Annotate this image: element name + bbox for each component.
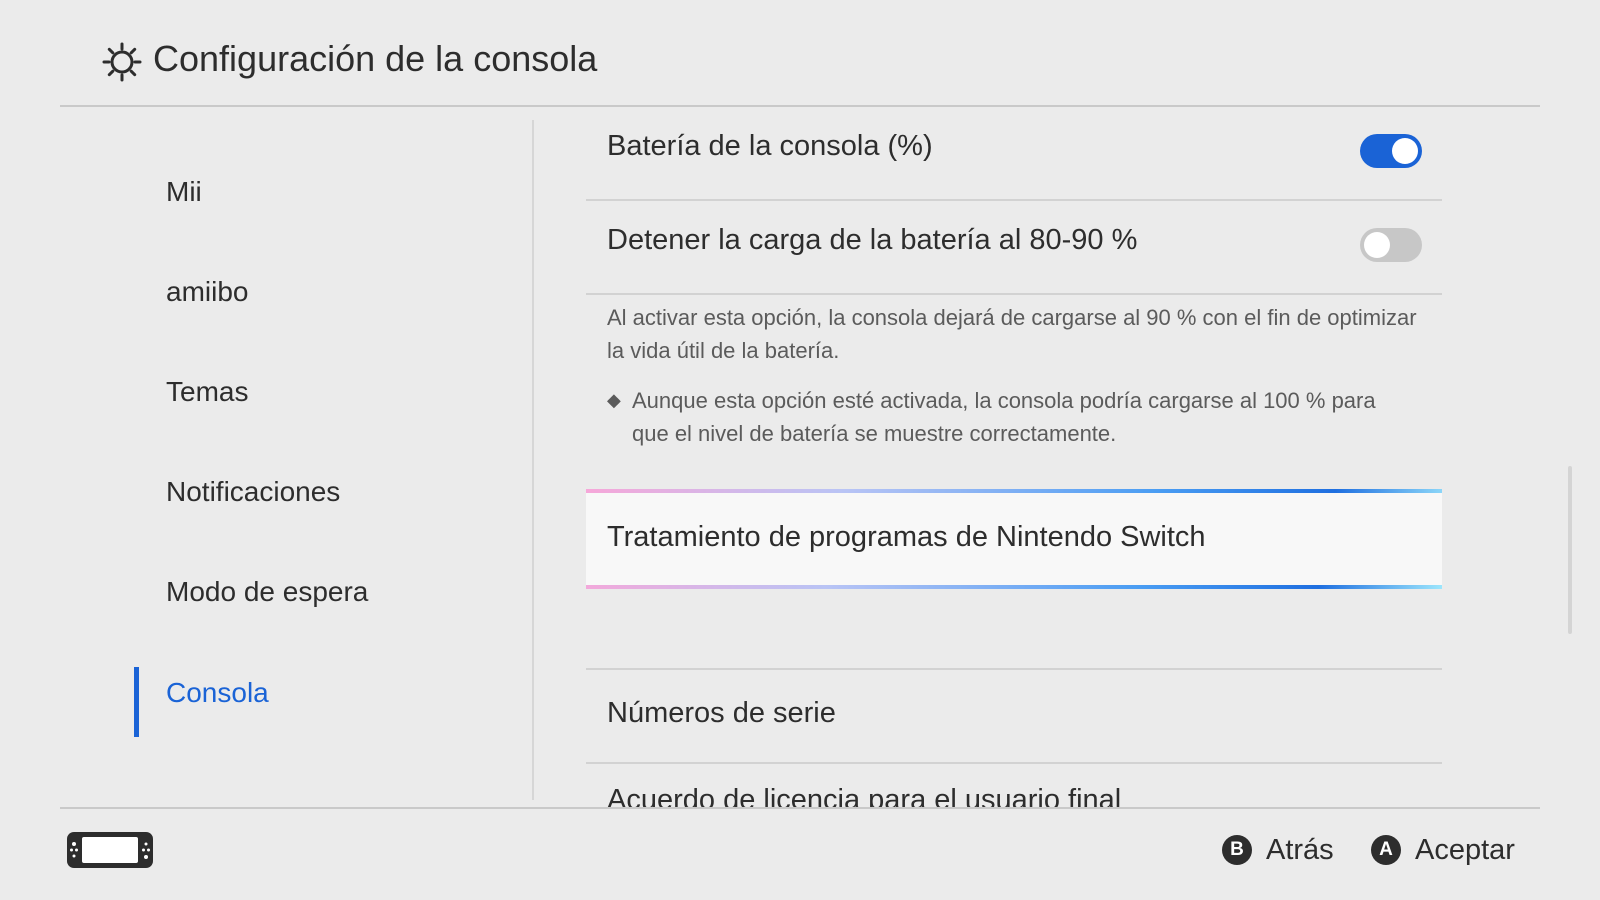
back-button-label: Atrás	[1266, 833, 1334, 866]
stop-charging-note: ◆ Aunque esta opción esté activada, la c…	[607, 384, 1417, 450]
setting-battery-percent-label: Batería de la consola (%)	[607, 130, 933, 162]
stop-charging-note-text: Aunque esta opción esté activada, la con…	[632, 388, 1376, 446]
scrollbar[interactable]	[1568, 466, 1572, 634]
accept-button[interactable]: A Aceptar	[1371, 830, 1515, 870]
gear-icon	[102, 42, 142, 82]
stop-charging-toggle[interactable]	[1360, 228, 1422, 262]
sidebar-item-modo-de-espera[interactable]: Modo de espera	[166, 576, 368, 608]
sidebar-item-amiibo[interactable]: amiibo	[166, 276, 248, 308]
sidebar-divider	[532, 120, 534, 800]
setting-eula[interactable]: Acuerdo de licencia para el usuario fina…	[586, 764, 1442, 807]
sidebar-active-indicator	[134, 667, 139, 737]
sidebar: Mii amiibo Temas Notificaciones Modo de …	[0, 107, 530, 807]
setting-serial-numbers-label: Números de serie	[607, 697, 836, 729]
sidebar-item-consola[interactable]: Consola	[166, 677, 269, 709]
page-title: Configuración de la consola	[153, 38, 598, 79]
setting-software-handling-label: Tratamiento de programas de Nintendo Swi…	[607, 521, 1206, 553]
battery-percent-toggle[interactable]	[1360, 134, 1422, 168]
setting-stop-charging-label: Detener la carga de la batería al 80-90 …	[607, 224, 1138, 256]
b-button-icon: B	[1222, 835, 1252, 865]
toggle-knob	[1364, 232, 1390, 258]
setting-software-handling[interactable]: Tratamiento de programas de Nintendo Swi…	[586, 489, 1442, 589]
setting-battery-percent[interactable]: Batería de la consola (%)	[586, 107, 1442, 201]
sidebar-item-mii[interactable]: Mii	[166, 176, 202, 208]
focused-card-inner: Tratamiento de programas de Nintendo Swi…	[586, 493, 1442, 585]
settings-panel: Batería de la consola (%) Detener la car…	[586, 107, 1442, 807]
setting-eula-label: Acuerdo de licencia para el usuario fina…	[607, 784, 1122, 807]
a-button-icon: A	[1371, 835, 1401, 865]
console-icon	[67, 832, 153, 868]
back-button[interactable]: B Atrás	[1222, 830, 1334, 870]
header: Configuración de la consola	[0, 0, 1600, 106]
footer-divider	[60, 807, 1540, 809]
setting-serial-numbers[interactable]: Números de serie	[586, 668, 1442, 764]
setting-stop-charging[interactable]: Detener la carga de la batería al 80-90 …	[586, 201, 1442, 295]
sidebar-item-temas[interactable]: Temas	[166, 376, 248, 408]
toggle-knob	[1392, 138, 1418, 164]
stop-charging-description: Al activar esta opción, la consola dejar…	[607, 305, 1417, 363]
sidebar-item-notificaciones[interactable]: Notificaciones	[166, 476, 340, 508]
diamond-bullet-icon: ◆	[607, 390, 621, 410]
accept-button-label: Aceptar	[1415, 833, 1515, 866]
